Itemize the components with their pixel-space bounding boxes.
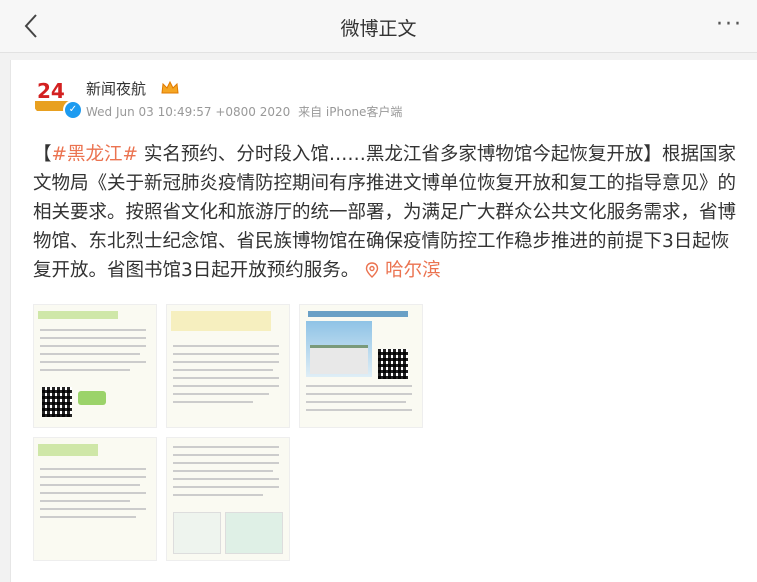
verified-badge-icon: ✓ [63,100,83,120]
post-image-4[interactable] [33,437,157,561]
post-meta: Wed Jun 03 10:49:57 +0800 2020 来自 iPhone… [86,103,406,120]
weibo-post-card: 24 ✓ 新闻夜航 Wed Jun 03 10:49:57 +0800 2020… [10,60,757,582]
post-source: 来自 iPhone客户端 [298,105,403,119]
more-dots-icon[interactable]: ··· [716,12,743,37]
hashtag-link[interactable]: #黑龙江# [52,144,139,165]
bracket-close: 】 [643,144,662,165]
location-pin-icon [365,262,379,278]
bracket-open: 【 [33,144,52,165]
author-name[interactable]: 新闻夜航 [86,78,146,99]
post-image-2[interactable] [166,304,290,428]
post-timestamp: Wed Jun 03 10:49:57 +0800 2020 [86,105,291,119]
post-image-1[interactable] [33,304,157,428]
post-title-text: 实名预约、分时段入馆……黑龙江省多家博物馆今起恢复开放 [138,144,644,165]
top-nav-bar: 微博正文 ··· [0,0,757,53]
post-text: 【#黑龙江# 实名预约、分时段入馆……黑龙江省多家博物馆今起恢复开放】根据国家文… [33,140,745,285]
page-title: 微博正文 [340,18,417,40]
svg-text:24: 24 [37,79,65,103]
location-text: 哈尔滨 [385,260,441,281]
crown-badge-icon [161,80,179,94]
post-image-5[interactable] [166,437,290,561]
qr-code-icon [378,349,408,379]
qr-code-icon [42,387,72,417]
location-link[interactable]: 哈尔滨 [365,260,441,281]
post-image-3[interactable] [299,304,423,428]
